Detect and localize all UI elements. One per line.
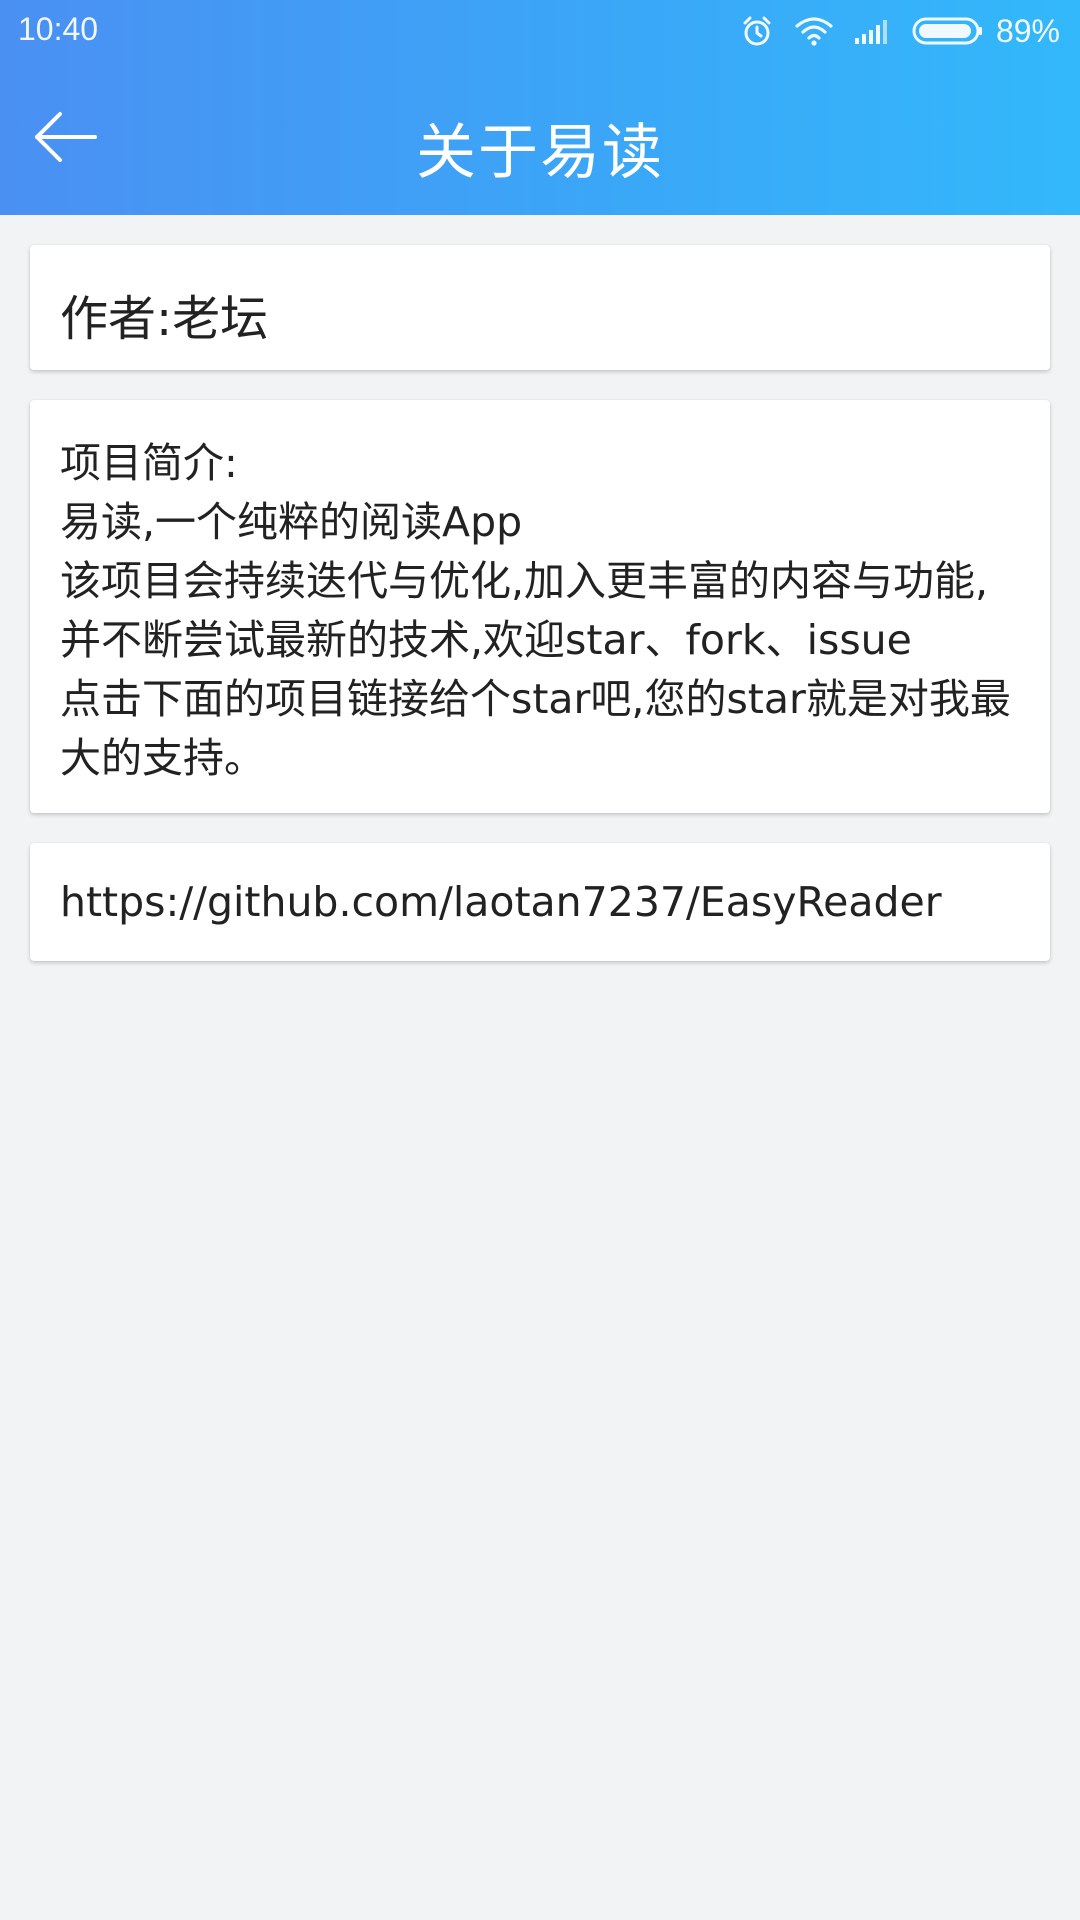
app-header: 10:40 89% 关于易读 bbox=[0, 0, 1080, 215]
intro-line: 并不断尝试最新的技术,欢迎star、fork、issue bbox=[60, 616, 912, 664]
signal-icon bbox=[854, 17, 892, 45]
project-link[interactable]: https://github.com/laotan7237/EasyReader bbox=[60, 878, 942, 926]
page-title: 关于易读 bbox=[416, 118, 664, 188]
intro-line: 该项目会持续迭代与优化,加入更丰富的内容与功能, bbox=[60, 557, 989, 605]
battery-icon bbox=[912, 16, 984, 46]
intro-line: 项目简介: bbox=[60, 439, 238, 487]
project-link-card[interactable]: https://github.com/laotan7237/EasyReader bbox=[30, 843, 1050, 961]
battery-percent: 89% bbox=[995, 12, 1060, 49]
status-bar: 10:40 89% bbox=[0, 0, 1080, 62]
status-time: 10:40 bbox=[18, 11, 99, 47]
author-card: 作者:老坛 bbox=[30, 245, 1050, 370]
intro-line: 点击下面的项目链接给个star吧,您的star就是对我最 bbox=[60, 675, 1011, 723]
intro-line: 易读,一个纯粹的阅读App bbox=[60, 498, 523, 546]
intro-card: 项目简介: 易读,一个纯粹的阅读App 该项目会持续迭代与优化,加入更丰富的内容… bbox=[30, 400, 1050, 813]
toolbar: 关于易读 bbox=[0, 62, 1080, 215]
intro-line: 大的支持。 bbox=[60, 734, 265, 782]
wifi-icon bbox=[794, 15, 834, 47]
status-icons: 89% bbox=[720, 10, 1060, 52]
author-text: 作者:老坛 bbox=[60, 291, 269, 347]
alarm-icon bbox=[740, 14, 774, 48]
